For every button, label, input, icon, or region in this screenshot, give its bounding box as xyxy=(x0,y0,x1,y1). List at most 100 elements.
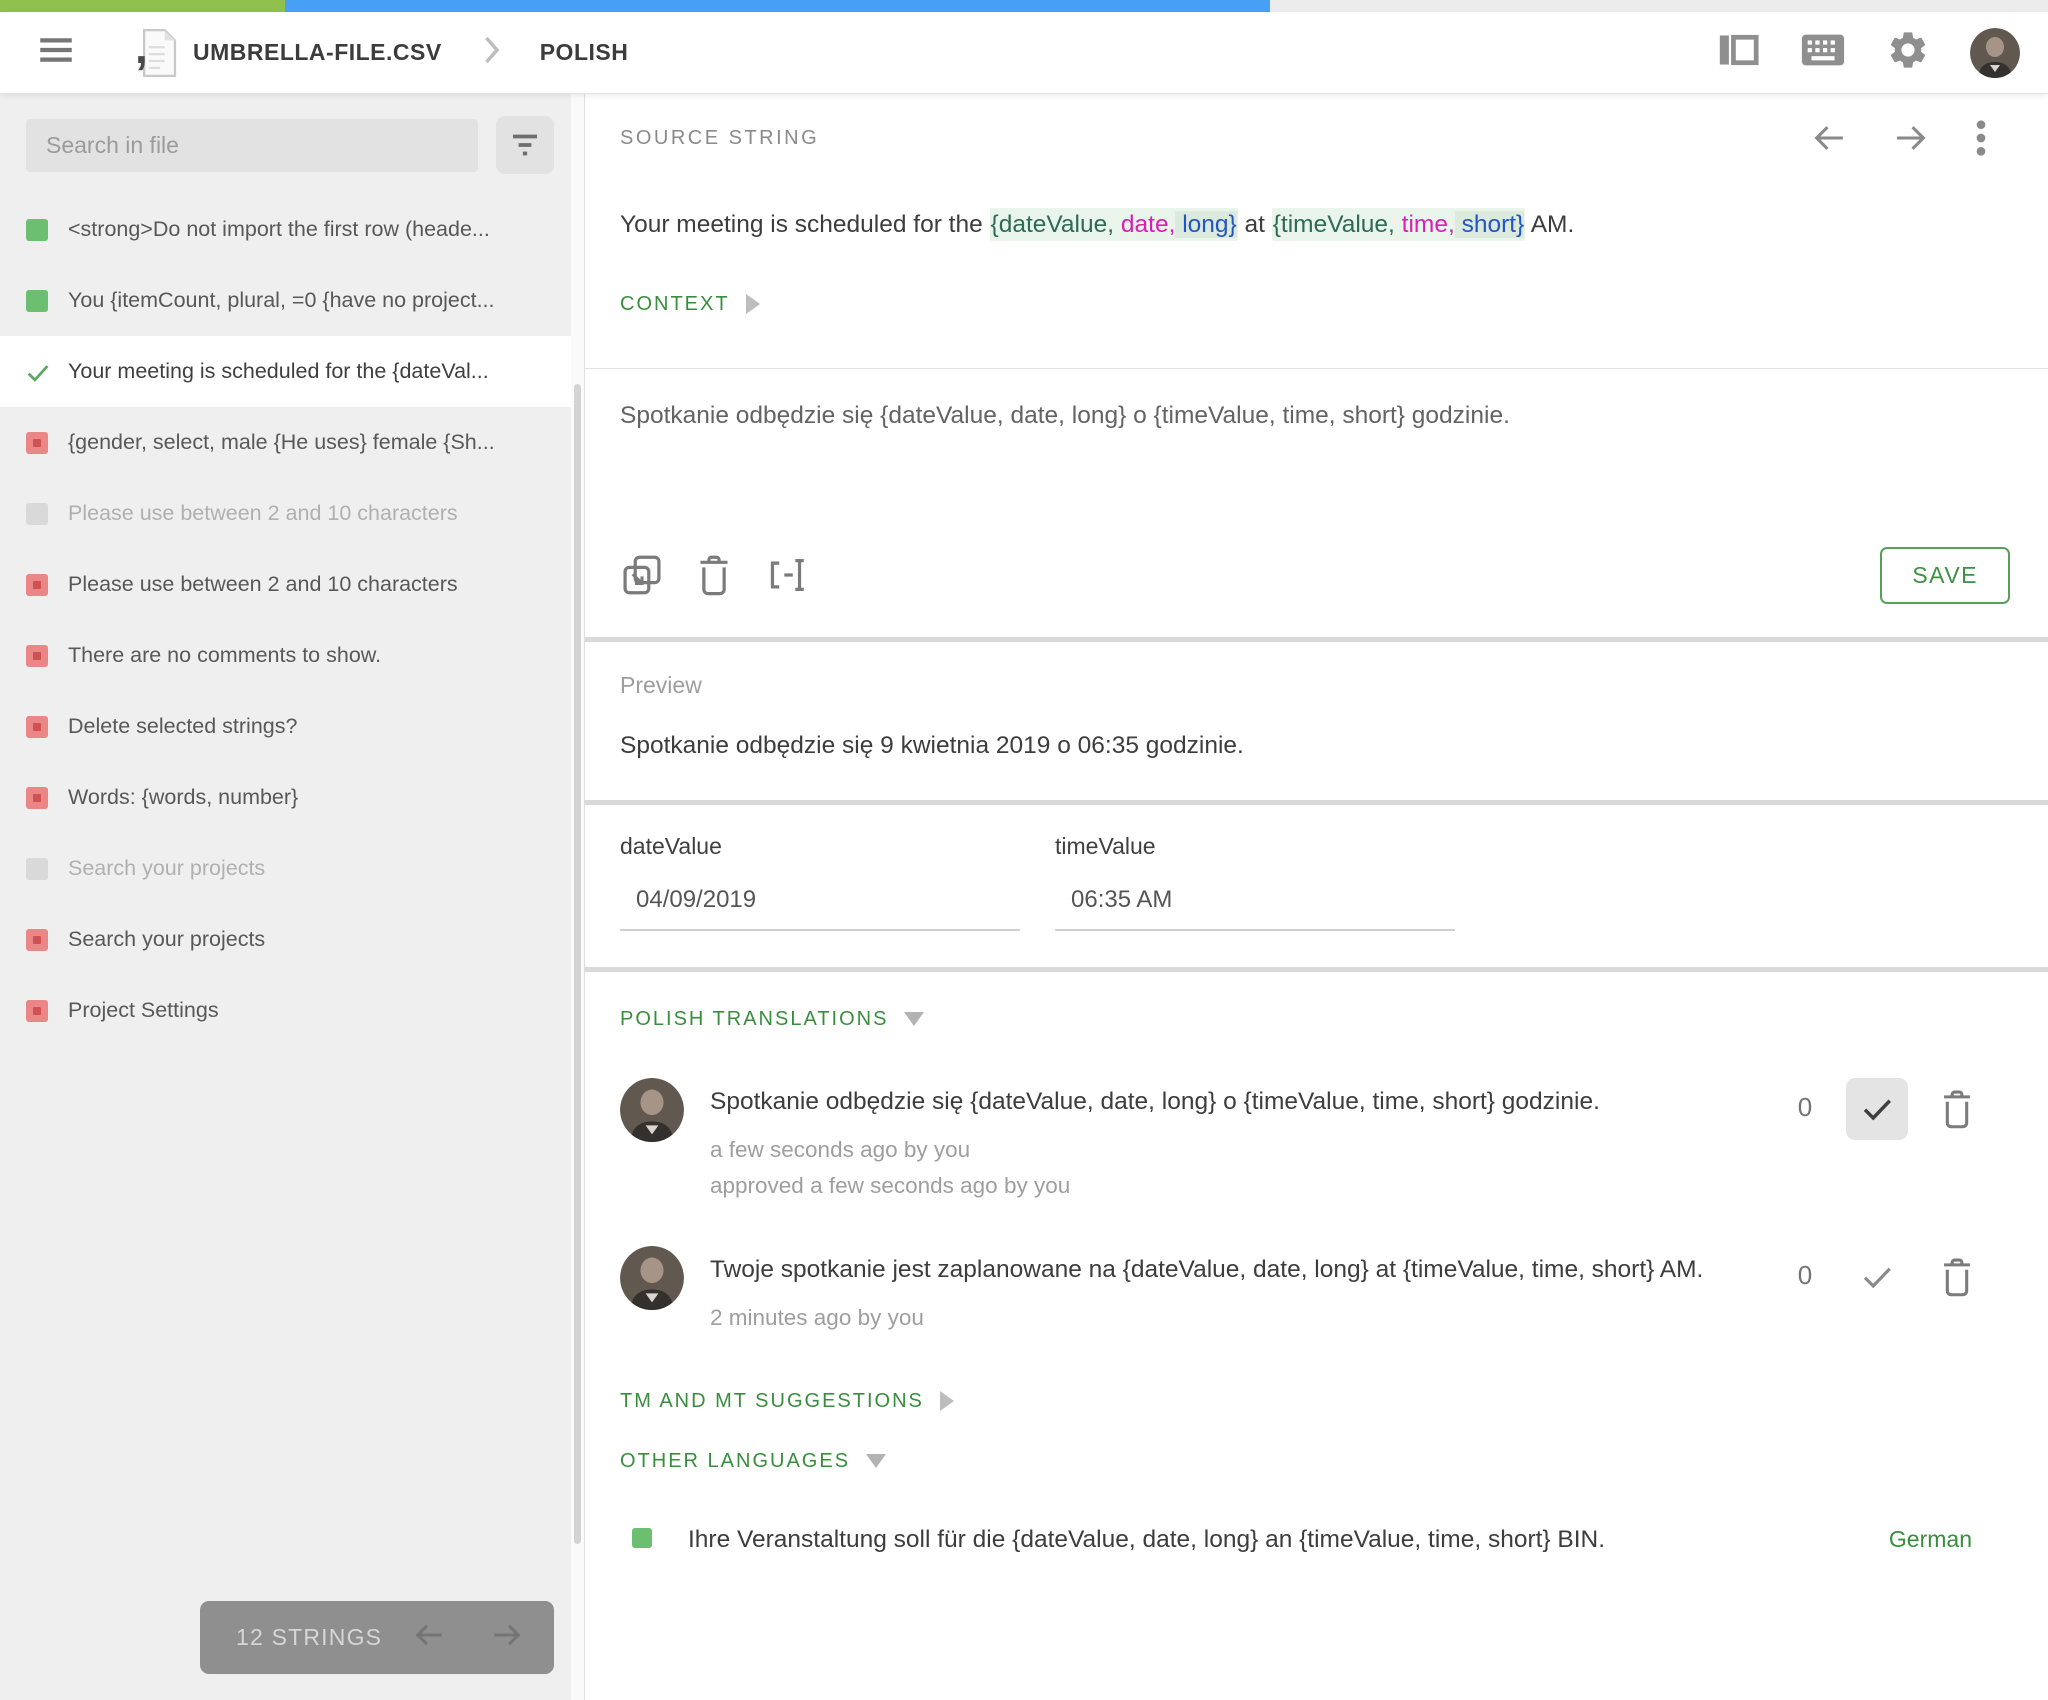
string-status-icon xyxy=(26,645,48,667)
approve-translation-button[interactable] xyxy=(1846,1078,1908,1140)
string-status-icon xyxy=(26,574,48,596)
strings-pager: 12 STRINGS xyxy=(200,1601,554,1674)
side-by-side-view-icon[interactable] xyxy=(1716,30,1760,75)
translation-textarea[interactable]: Spotkanie odbędzie się {dateValue, date,… xyxy=(620,395,2010,439)
string-status-icon xyxy=(26,1000,48,1022)
date-value-param-label: dateValue xyxy=(620,833,1020,859)
approve-translation-button[interactable] xyxy=(1846,1246,1908,1308)
pager-previous-icon[interactable] xyxy=(412,1620,446,1656)
progress-segment-remaining xyxy=(1270,0,2048,12)
time-placeholder-token[interactable]: {timeValue, time, short} xyxy=(1272,208,1526,241)
string-approved-check-icon xyxy=(26,361,48,383)
progress-segment-translated xyxy=(285,0,1270,12)
translator-avatar[interactable] xyxy=(620,1078,684,1142)
breadcrumb-language[interactable]: POLISH xyxy=(540,39,629,66)
string-status-icon xyxy=(26,503,48,525)
delete-translation-icon[interactable] xyxy=(1938,1246,1976,1303)
settings-gear-icon[interactable] xyxy=(1886,28,1930,77)
more-options-kebab-icon[interactable] xyxy=(1974,118,1988,158)
tm-mt-suggestions-label[interactable]: TM AND MT SUGGESTIONS xyxy=(620,1388,924,1414)
strings-sidebar: <strong>Do not import the first row (hea… xyxy=(0,94,585,1700)
string-status-icon xyxy=(26,432,48,454)
vote-count: 0 xyxy=(1794,1246,1816,1291)
string-list-item[interactable]: Search your projects xyxy=(0,833,584,904)
other-languages-expanded-icon xyxy=(866,1454,886,1468)
other-languages-toggle[interactable]: OTHER LANGUAGES xyxy=(620,1448,2010,1474)
context-toggle[interactable]: CONTEXT xyxy=(620,292,2048,316)
other-languages-label[interactable]: OTHER LANGUAGES xyxy=(620,1448,850,1474)
strings-count-label: 12 STRINGS xyxy=(236,1624,382,1651)
translations-expanded-icon xyxy=(904,1012,924,1026)
progress-segment-approved xyxy=(0,0,285,12)
string-list-item[interactable]: Search your projects xyxy=(0,904,584,975)
string-list-item[interactable]: Delete selected strings? xyxy=(0,691,584,762)
context-collapsed-icon xyxy=(746,294,760,314)
placeholder-params: dateValue 04/09/2019 timeValue 06:35 AM xyxy=(585,805,2048,967)
string-status-icon xyxy=(26,858,48,880)
string-list-item[interactable]: Please use between 2 and 10 characters xyxy=(0,478,584,549)
breadcrumb-file-name[interactable]: UMBRELLA-FILE.CSV xyxy=(193,39,442,66)
delete-translation-icon[interactable] xyxy=(1938,1078,1976,1135)
date-value-input[interactable]: 04/09/2019 xyxy=(620,885,1020,931)
string-list-item[interactable]: There are no comments to show. xyxy=(0,620,584,691)
string-list-item[interactable]: Project Settings xyxy=(0,975,584,1046)
app-header: , UMBRELLA-FILE.CSV POLISH xyxy=(0,12,2048,94)
string-status-icon xyxy=(26,219,48,241)
copy-source-icon[interactable] xyxy=(613,546,671,604)
translation-text[interactable]: Spotkanie odbędzie się {dateValue, date,… xyxy=(710,1078,1600,1122)
string-status-icon xyxy=(26,716,48,738)
string-status-icon xyxy=(26,290,48,312)
menu-icon[interactable] xyxy=(35,29,77,76)
context-label[interactable]: CONTEXT xyxy=(620,291,730,317)
source-string-text: Your meeting is scheduled for the {dateV… xyxy=(620,204,2010,246)
string-list-item-selected[interactable]: Your meeting is scheduled for the {dateV… xyxy=(0,336,584,407)
other-language-status-icon xyxy=(632,1528,652,1548)
time-value-input[interactable]: 06:35 AM xyxy=(1055,885,1455,931)
next-string-icon[interactable] xyxy=(1892,121,1930,155)
file-progress-bar xyxy=(0,0,2048,12)
filter-button[interactable] xyxy=(496,116,554,174)
sidebar-scrollbar[interactable] xyxy=(571,94,584,1700)
string-list-item[interactable]: Please use between 2 and 10 characters xyxy=(0,549,584,620)
polish-translations-label[interactable]: POLISH TRANSLATIONS xyxy=(620,1006,888,1032)
string-list-item[interactable]: Words: {words, number} xyxy=(0,762,584,833)
source-string-section-label: SOURCE STRING xyxy=(620,125,819,151)
polish-translations-toggle[interactable]: POLISH TRANSLATIONS xyxy=(620,1006,2010,1032)
translation-meta: a few seconds ago by you xyxy=(710,1136,1600,1164)
tm-collapsed-icon xyxy=(940,1391,954,1411)
pager-next-icon[interactable] xyxy=(490,1620,524,1656)
sidebar-scrollbar-thumb[interactable] xyxy=(574,384,581,1544)
csv-file-icon: , xyxy=(139,29,179,77)
translation-approved-meta: approved a few seconds ago by you xyxy=(710,1172,1600,1200)
translation-item: Twoje spotkanie jest zaplanowane na {dat… xyxy=(620,1246,2010,1332)
other-language-name[interactable]: German xyxy=(1889,1520,1972,1553)
previous-string-icon[interactable] xyxy=(1810,121,1848,155)
editor-panel: SOURCE STRING Your meeting is scheduled … xyxy=(585,94,2048,1700)
string-list-item[interactable]: {gender, select, male {He uses} female {… xyxy=(0,407,584,478)
breadcrumb-chevron-icon xyxy=(480,35,502,70)
divider xyxy=(585,368,2048,369)
save-button[interactable]: SAVE xyxy=(1880,547,2010,604)
date-placeholder-token[interactable]: {dateValue, date, long} xyxy=(990,208,1238,241)
string-status-icon xyxy=(26,929,48,951)
search-input[interactable] xyxy=(26,119,478,172)
translations-section: POLISH TRANSLATIONS Spotkanie odbędzie s… xyxy=(585,972,2048,1560)
keyboard-shortcuts-icon[interactable] xyxy=(1800,30,1846,75)
preview-label: Preview xyxy=(620,672,2010,698)
preview-section: Preview Spotkanie odbędzie się 9 kwietni… xyxy=(585,642,2048,800)
insert-placeholder-icon[interactable] xyxy=(757,546,815,604)
clear-translation-trash-icon[interactable] xyxy=(685,546,743,604)
string-list-item[interactable]: You {itemCount, plural, =0 {have no proj… xyxy=(0,265,584,336)
translation-toolbar: SAVE xyxy=(613,543,2010,607)
other-language-text: Ihre Veranstaltung soll für die {dateVal… xyxy=(688,1520,1605,1560)
time-value-param-label: timeValue xyxy=(1055,833,1455,859)
string-list: <strong>Do not import the first row (hea… xyxy=(0,194,584,1046)
translator-avatar[interactable] xyxy=(620,1246,684,1310)
translation-text[interactable]: Twoje spotkanie jest zaplanowane na {dat… xyxy=(710,1246,1703,1290)
string-list-item[interactable]: <strong>Do not import the first row (hea… xyxy=(0,194,584,265)
tm-mt-suggestions-toggle[interactable]: TM AND MT SUGGESTIONS xyxy=(620,1388,2010,1414)
csv-comma-glyph: , xyxy=(135,37,148,57)
vote-count: 0 xyxy=(1794,1078,1816,1123)
other-language-item[interactable]: Ihre Veranstaltung soll für die {dateVal… xyxy=(620,1520,2010,1560)
user-avatar[interactable] xyxy=(1970,28,2020,78)
